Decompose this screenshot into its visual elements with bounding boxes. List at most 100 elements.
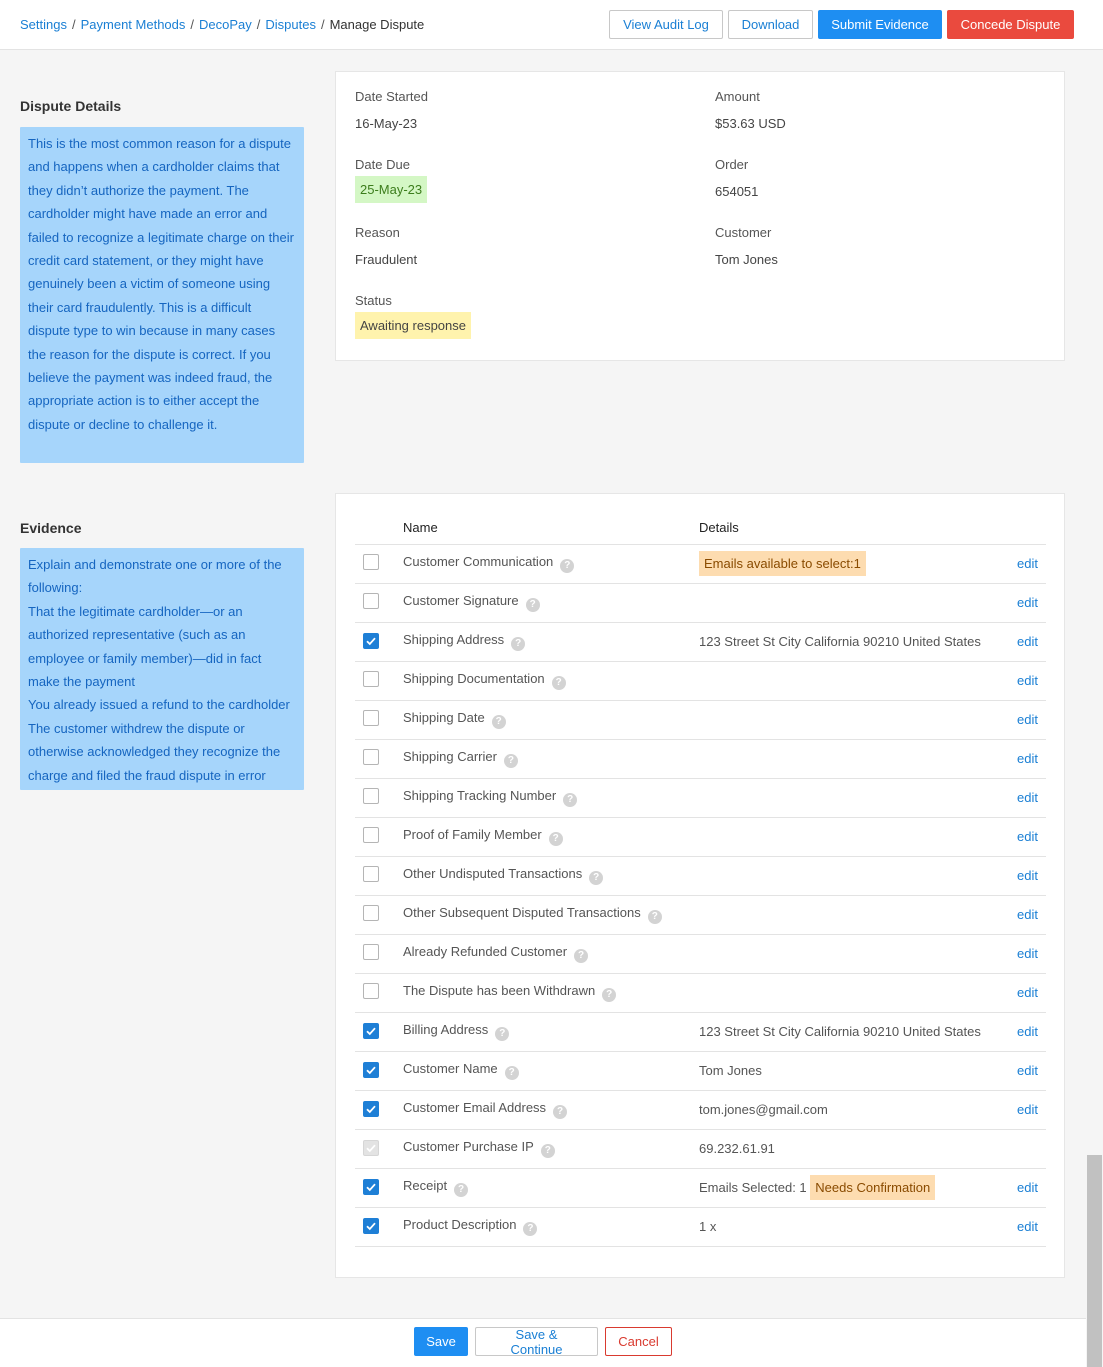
name-cell: Shipping Tracking Number? [403, 778, 699, 818]
help-icon[interactable]: ? [589, 870, 604, 885]
customer-email-address-checkbox[interactable] [363, 1101, 379, 1117]
customer-signature-checkbox[interactable] [363, 593, 379, 609]
other-subsequent-disputed-transactions-edit-link[interactable]: edit [1017, 907, 1038, 922]
shipping-documentation-edit-link[interactable]: edit [1017, 673, 1038, 688]
help-icon[interactable]: ? [491, 714, 506, 729]
page-scrollbar[interactable] [1086, 50, 1103, 1367]
help-icon[interactable]: ? [602, 987, 617, 1002]
evidence-details: 69.232.61.91 [699, 1141, 775, 1156]
name-cell: Other Subsequent Disputed Transactions? [403, 895, 699, 935]
proof-of-family-member-edit-link[interactable]: edit [1017, 829, 1038, 844]
help-icon[interactable]: ? [548, 831, 563, 846]
proof-of-family-member-checkbox[interactable] [363, 827, 379, 843]
customer-field: Customer Tom Jones [715, 225, 778, 267]
shipping-address-edit-link[interactable]: edit [1017, 634, 1038, 649]
help-icon[interactable]: ? [563, 792, 578, 807]
help-icon[interactable]: ? [504, 1065, 519, 1080]
details-cell [699, 700, 999, 740]
billing-address-edit-link[interactable]: edit [1017, 1024, 1038, 1039]
edit-cell: edit [999, 934, 1046, 974]
evidence-info-line: You already issued a refund to the cardh… [28, 697, 290, 713]
submit-evidence-button[interactable]: Submit Evidence [818, 10, 942, 39]
details-cell: 69.232.61.91 [699, 1129, 999, 1169]
evidence-name: Already Refunded Customer [403, 944, 568, 960]
customer-communication-checkbox[interactable] [363, 554, 379, 570]
evidence-rows: Customer Communication? Emails available … [355, 544, 1046, 1247]
product-description-edit-link[interactable]: edit [1017, 1219, 1038, 1234]
other-subsequent-disputed-transactions-checkbox[interactable] [363, 905, 379, 921]
download-button[interactable]: Download [728, 10, 813, 39]
customer-signature-edit-link[interactable]: edit [1017, 595, 1038, 610]
evidence-table-header: Name Details [355, 511, 1046, 545]
scrollbar-thumb[interactable] [1087, 1155, 1102, 1367]
shipping-documentation-checkbox[interactable] [363, 671, 379, 687]
already-refunded-customer-checkbox[interactable] [363, 944, 379, 960]
amount-label: Amount [715, 89, 760, 104]
help-icon[interactable]: ? [574, 948, 589, 963]
edit-cell: edit [999, 544, 1046, 584]
evidence-name: Billing Address [403, 1022, 489, 1038]
order-label: Order [715, 157, 749, 172]
shipping-tracking-number-checkbox[interactable] [363, 788, 379, 804]
customer-name-checkbox[interactable] [363, 1062, 379, 1078]
receipt-checkbox[interactable] [363, 1179, 379, 1195]
the-dispute-has-been-withdrawn-edit-link[interactable]: edit [1017, 985, 1038, 1000]
help-icon[interactable]: ? [503, 753, 518, 768]
customer-name-edit-link[interactable]: edit [1017, 1063, 1038, 1078]
other-undisputed-transactions-edit-link[interactable]: edit [1017, 868, 1038, 883]
checkbox-cell [355, 1168, 403, 1208]
edit-column-header [999, 511, 1046, 545]
details-cell: 1 x [699, 1207, 999, 1247]
other-undisputed-transactions-checkbox[interactable] [363, 866, 379, 882]
breadcrumb-settings[interactable]: Settings [20, 17, 67, 32]
checkbox-cell [355, 583, 403, 623]
save-continue-button[interactable]: Save & Continue [475, 1327, 598, 1357]
evidence-name: Other Undisputed Transactions [403, 866, 583, 882]
shipping-date-checkbox[interactable] [363, 710, 379, 726]
name-cell: Product Description? [403, 1207, 699, 1247]
edit-cell: edit [999, 622, 1046, 662]
billing-address-checkbox[interactable] [363, 1023, 379, 1039]
receipt-edit-link[interactable]: edit [1017, 1180, 1038, 1195]
the-dispute-has-been-withdrawn-checkbox[interactable] [363, 983, 379, 999]
already-refunded-customer-edit-link[interactable]: edit [1017, 946, 1038, 961]
details-cell [699, 934, 999, 974]
shipping-carrier-edit-link[interactable]: edit [1017, 751, 1038, 766]
evidence-name: Shipping Tracking Number [403, 788, 557, 804]
view-audit-log-button[interactable]: View Audit Log [609, 10, 723, 39]
cancel-button[interactable]: Cancel [605, 1327, 672, 1356]
breadcrumb-payment-methods[interactable]: Payment Methods [81, 17, 186, 32]
save-button[interactable]: Save [414, 1327, 468, 1356]
evidence-details: Emails Selected: 1 [699, 1180, 807, 1195]
evidence-row-already-refunded-customer: Already Refunded Customer? edit [355, 934, 1046, 974]
shipping-tracking-number-edit-link[interactable]: edit [1017, 790, 1038, 805]
shipping-date-edit-link[interactable]: edit [1017, 712, 1038, 727]
help-icon[interactable]: ? [454, 1182, 469, 1197]
help-icon[interactable]: ? [560, 558, 575, 573]
product-description-checkbox[interactable] [363, 1218, 379, 1234]
order-field: Order 654051 [715, 157, 758, 199]
shipping-carrier-checkbox[interactable] [363, 749, 379, 765]
help-icon[interactable]: ? [553, 1104, 568, 1119]
help-icon[interactable]: ? [525, 597, 540, 612]
help-icon[interactable]: ? [551, 675, 566, 690]
date-started-label: Date Started [355, 89, 428, 104]
concede-dispute-button[interactable]: Concede Dispute [947, 10, 1074, 39]
breadcrumb-disputes[interactable]: Disputes [265, 17, 316, 32]
name-cell: Shipping Address? [403, 622, 699, 662]
help-icon[interactable]: ? [540, 1143, 555, 1158]
details-cell [699, 778, 999, 818]
breadcrumb-separator: / [320, 17, 325, 32]
help-icon[interactable]: ? [647, 909, 662, 924]
help-icon[interactable]: ? [495, 1026, 510, 1041]
customer-communication-edit-link[interactable]: edit [1017, 556, 1038, 571]
evidence-name: Customer Name [403, 1061, 498, 1077]
help-icon[interactable]: ? [511, 636, 526, 651]
help-icon[interactable]: ? [523, 1221, 538, 1236]
evidence-info-box: Explain and demonstrate one or more of t… [20, 548, 304, 790]
amount-value: $53.63 USD [715, 116, 786, 131]
customer-email-address-edit-link[interactable]: edit [1017, 1102, 1038, 1117]
evidence-row-shipping-carrier: Shipping Carrier? edit [355, 739, 1046, 779]
shipping-address-checkbox[interactable] [363, 633, 379, 649]
breadcrumb-decopay[interactable]: DecoPay [199, 17, 252, 32]
